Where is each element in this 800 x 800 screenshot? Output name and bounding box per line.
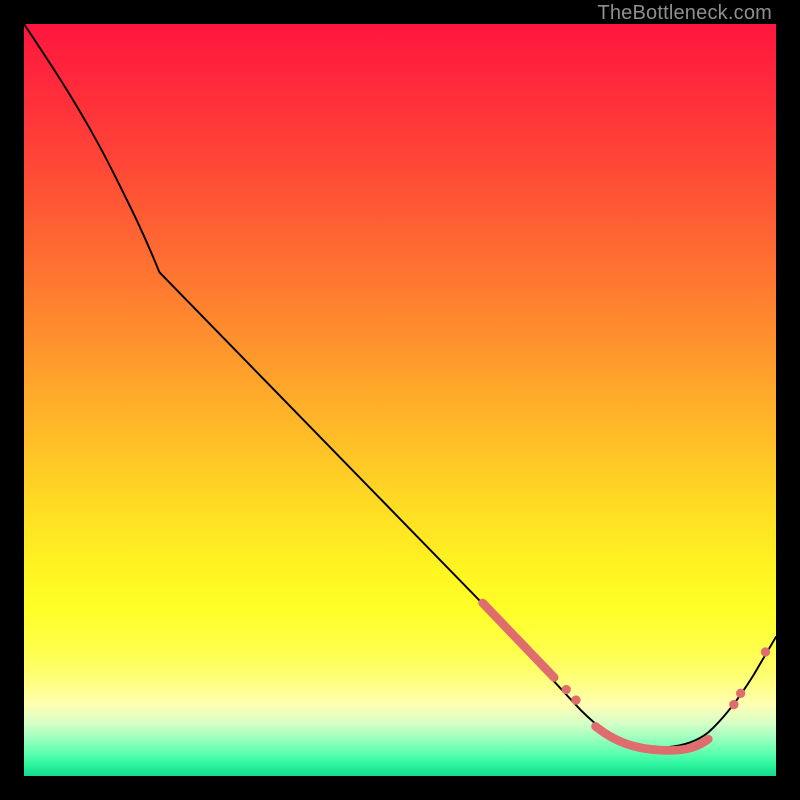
watermark: TheBottleneck.com [597, 2, 772, 25]
background-gradient [24, 24, 776, 776]
chart-frame: TheBottleneck.com [0, 0, 800, 800]
plot-area [24, 24, 776, 776]
